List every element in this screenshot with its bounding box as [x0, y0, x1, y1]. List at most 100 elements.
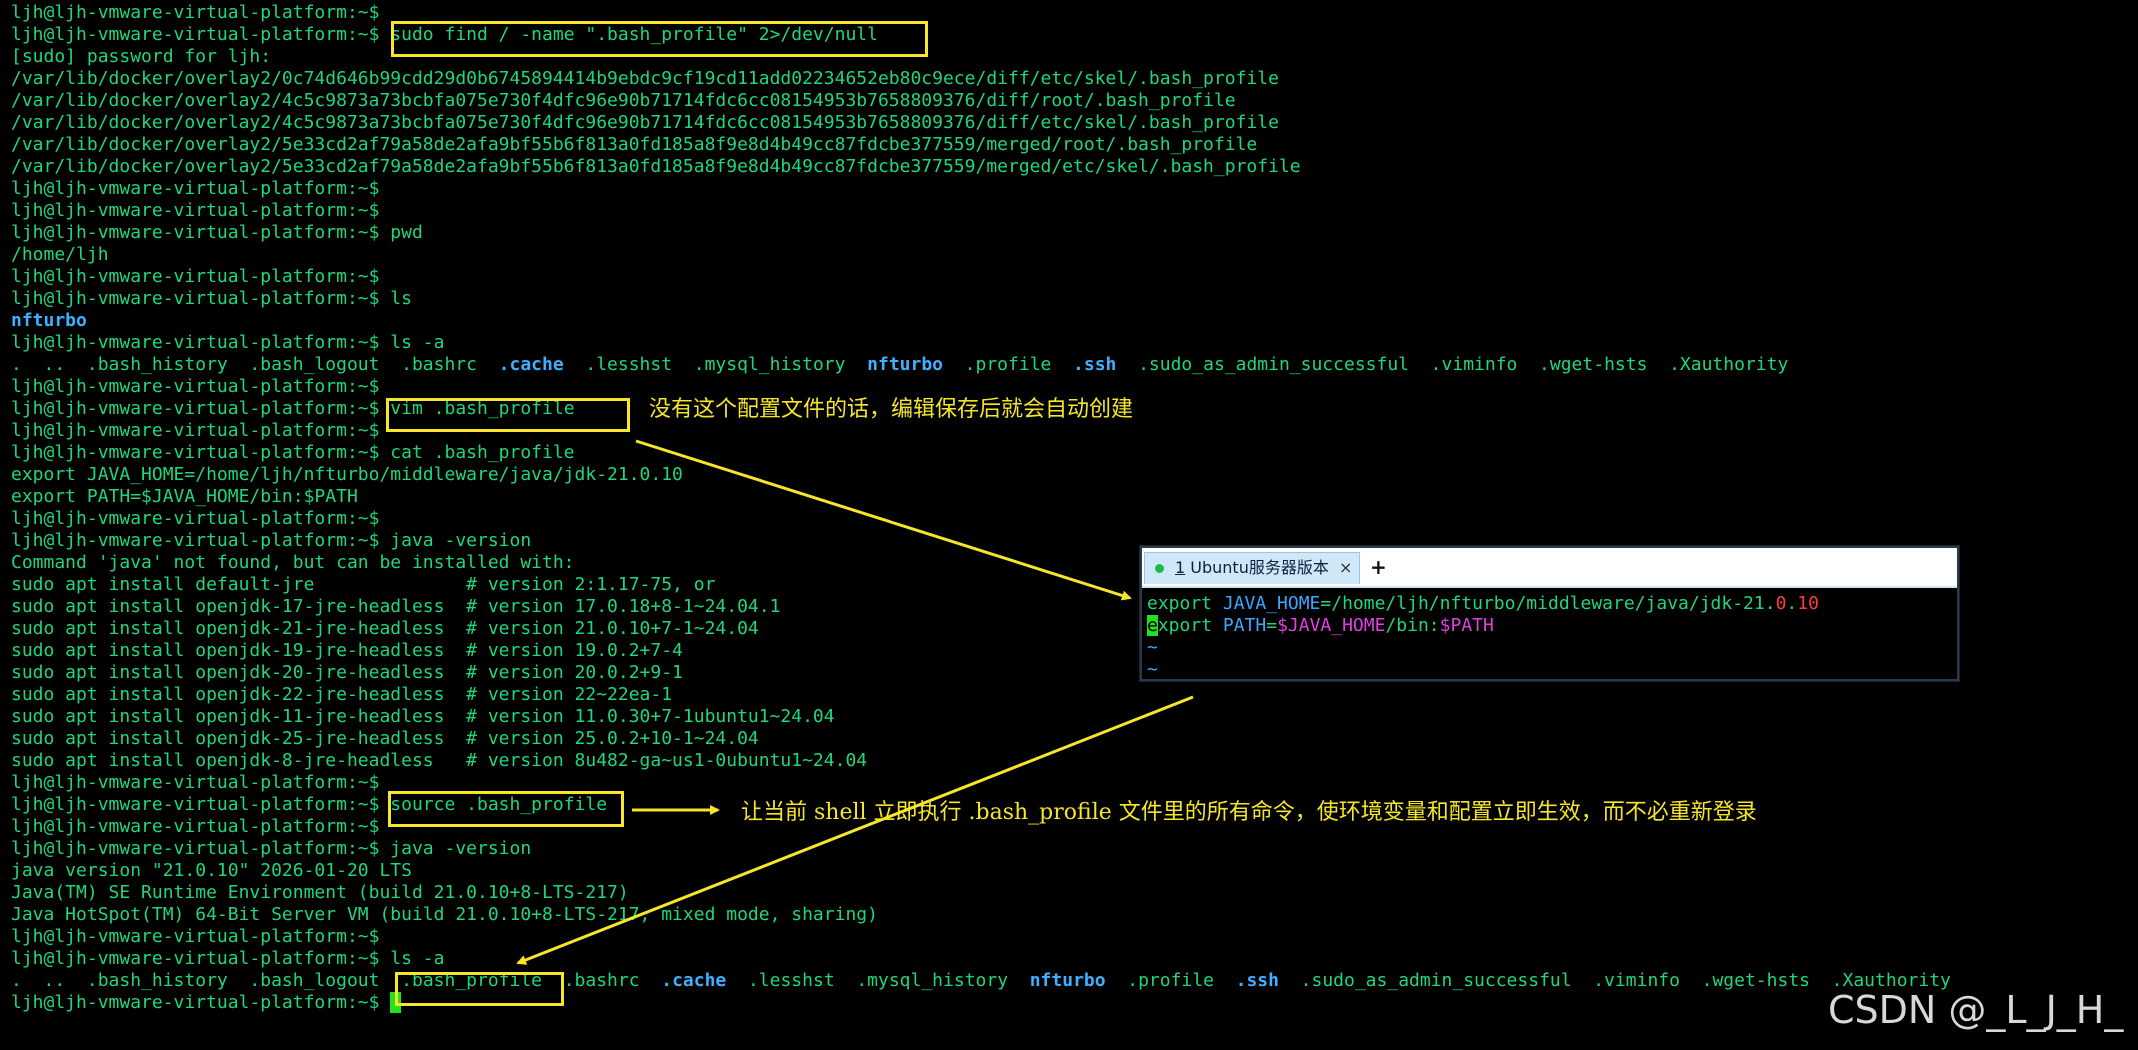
terminal-line: ljh@ljh-vmware-virtual-platform:~$ — [11, 2, 379, 24]
terminal-line: java version "21.0.10" 2026-01-20 LTS — [11, 860, 412, 882]
terminal-line: /var/lib/docker/overlay2/5e33cd2af79a58d… — [11, 134, 1257, 156]
terminal-text: .cache — [661, 970, 727, 991]
terminal-text: ljh@ljh-vmware-virtual-platform:~$ — [11, 24, 391, 45]
tab-ubuntu-server[interactable]: 1 Ubuntu服务器版本 × — [1144, 552, 1360, 584]
terminal-line: [sudo] password for ljh: — [11, 46, 271, 68]
terminal-line: . .. .bash_history .bash_logout .bash_pr… — [11, 970, 1951, 992]
terminal-text: Java HotSpot(TM) 64-Bit Server VM (build… — [11, 904, 878, 925]
terminal-text: sudo apt install openjdk-22-jre-headless… — [11, 684, 673, 705]
terminal-line: ljh@ljh-vmware-virtual-platform:~$ — [11, 420, 379, 442]
terminal-text: export JAVA_HOME=/home/ljh/nfturbo/middl… — [11, 464, 683, 485]
terminal-text: ljh@ljh-vmware-virtual-platform:~$ — [11, 926, 380, 947]
new-tab-plus-icon[interactable]: + — [1370, 552, 1387, 582]
terminal-line: Java HotSpot(TM) 64-Bit Server VM (build… — [11, 904, 878, 926]
terminal-line: sudo apt install openjdk-17-jre-headless… — [11, 596, 780, 618]
vim-tab-bar: 1 Ubuntu服务器版本 × + — [1142, 548, 1957, 588]
terminal-text: sudo apt install openjdk-8-jre-headless … — [11, 750, 868, 771]
terminal-text: . .. .bash_history .bash_logout .bashrc — [11, 354, 499, 375]
terminal-text: ljh@ljh-vmware-virtual-platform:~$ — [11, 816, 380, 837]
terminal-text: ljh@ljh-vmware-virtual-platform:~$ — [11, 794, 391, 815]
terminal-text: .lesshst .mysql_history — [726, 970, 1030, 991]
terminal-text: java version "21.0.10" 2026-01-20 LTS — [11, 860, 412, 881]
terminal-line: export JAVA_HOME=/home/ljh/nfturbo/middl… — [11, 464, 683, 486]
terminal-line: ljh@ljh-vmware-virtual-platform:~$ ls -a — [11, 948, 444, 970]
terminal-text: sudo apt install openjdk-20-jre-headless… — [11, 662, 683, 683]
terminal-text: .profile — [1105, 970, 1236, 991]
terminal-text: sudo apt install openjdk-21-jre-headless… — [11, 618, 759, 639]
terminal-line: export PATH=$JAVA_HOME/bin:$PATH — [11, 486, 358, 508]
vim-text: /bin: — [1385, 615, 1440, 636]
terminal-line: ljh@ljh-vmware-virtual-platform:~$ pwd — [11, 222, 423, 244]
terminal-text: .cache — [498, 354, 564, 375]
terminal-text: ljh@ljh-vmware-virtual-platform:~$ — [11, 398, 391, 419]
terminal-text: .lesshst .mysql_history — [563, 354, 868, 375]
vim-line-path: export PATH=$JAVA_HOME/bin:$PATH — [1147, 615, 1494, 637]
terminal-text: Java(TM) SE Runtime Environment (build 2… — [11, 882, 629, 903]
terminal-line: ljh@ljh-vmware-virtual-platform:~$ — [11, 200, 379, 222]
terminal-text: ljh@ljh-vmware-virtual-platform:~$ ls -a — [11, 332, 445, 353]
terminal-text: ljh@ljh-vmware-virtual-platform:~$ — [11, 178, 380, 199]
terminal-text: ljh@ljh-vmware-virtual-platform:~$ — [11, 2, 380, 23]
terminal-text: /var/lib/docker/overlay2/0c74d646b99cdd2… — [11, 68, 1279, 89]
vim-text: 10 — [1797, 593, 1819, 614]
terminal-text: ljh@ljh-vmware-virtual-platform:~$ — [11, 992, 391, 1013]
terminal-line: ljh@ljh-vmware-virtual-platform:~$ cat .… — [11, 442, 575, 464]
terminal-text: Command 'java' not found, but can be ins… — [11, 552, 575, 573]
highlight-bash-profile-file — [395, 972, 564, 1006]
highlight-source-command — [388, 791, 624, 827]
terminal-text: /var/lib/docker/overlay2/4c5c9873a73bcbf… — [11, 112, 1279, 133]
vim-text: $PATH — [1439, 615, 1494, 636]
vim-empty-line-tilde: ~ — [1147, 659, 1158, 680]
terminal-line: sudo apt install openjdk-20-jre-headless… — [11, 662, 683, 684]
terminal-line: ljh@ljh-vmware-virtual-platform:~$ — [11, 266, 379, 288]
terminal-line: /home/ljh — [11, 244, 109, 266]
terminal-text: ljh@ljh-vmware-virtual-platform:~$ java … — [11, 838, 532, 859]
terminal-text: /var/lib/docker/overlay2/5e33cd2af79a58d… — [11, 156, 1301, 177]
terminal-line: ljh@ljh-vmware-virtual-platform:~$ java … — [11, 530, 531, 552]
vim-text: JAVA_HOME — [1222, 593, 1321, 614]
terminal-text: sudo apt install default-jre # version 2… — [11, 574, 716, 595]
annotation-source-note: 让当前 shell 立即执行 .bash_profile 文件里的所有命令，使环… — [741, 800, 1757, 825]
terminal-line: sudo apt install default-jre # version 2… — [11, 574, 715, 596]
terminal-text: ljh@ljh-vmware-virtual-platform:~$ — [11, 772, 380, 793]
terminal-line: ljh@ljh-vmware-virtual-platform:~$ — [11, 178, 379, 200]
vim-text: xport — [1157, 615, 1223, 636]
terminal-text: .profile — [943, 354, 1074, 375]
tab-title: Ubuntu服务器版本 — [1185, 558, 1329, 577]
terminal-line: ljh@ljh-vmware-virtual-platform:~$ ls -a — [11, 332, 444, 354]
terminal-text: ljh@ljh-vmware-virtual-platform:~$ — [11, 420, 380, 441]
highlight-vim-command — [386, 398, 630, 432]
terminal-line: sudo apt install openjdk-21-jre-headless… — [11, 618, 759, 640]
terminal-text: /var/lib/docker/overlay2/4c5c9873a73bcbf… — [11, 90, 1236, 111]
terminal-line: /var/lib/docker/overlay2/4c5c9873a73bcbf… — [11, 90, 1236, 112]
terminal-line: sudo apt install openjdk-19-jre-headless… — [11, 640, 683, 662]
terminal-text: .ssh — [1235, 970, 1279, 991]
terminal-text: ljh@ljh-vmware-virtual-platform:~$ — [11, 376, 380, 397]
terminal-line: nfturbo — [11, 310, 87, 332]
terminal-line: . .. .bash_history .bash_logout .bashrc … — [11, 354, 1788, 376]
terminal-window[interactable]: ljh@ljh-vmware-virtual-platform:~$ ljh@lj… — [0, 0, 2138, 1050]
terminal-text: ljh@ljh-vmware-virtual-platform:~$ — [11, 266, 380, 287]
terminal-line: ljh@ljh-vmware-virtual-platform:~$ — [11, 926, 379, 948]
terminal-line: sudo apt install openjdk-8-jre-headless … — [11, 750, 867, 772]
highlight-find-command — [391, 21, 928, 57]
terminal-text: sudo apt install openjdk-17-jre-headless… — [11, 596, 781, 617]
terminal-text: . .. .bash_history .bash_logout — [11, 970, 402, 991]
tab-close-icon[interactable]: × — [1339, 553, 1352, 583]
terminal-line: ljh@ljh-vmware-virtual-platform:~$ — [11, 508, 379, 530]
vim-line-java-home: export JAVA_HOME=/home/ljh/nfturbo/middl… — [1147, 593, 1819, 615]
vim-cursor: e — [1147, 615, 1158, 636]
vim-editor-popup: 1 Ubuntu服务器版本 × + export JAVA_HOME=/home… — [1140, 546, 1959, 681]
terminal-text: export PATH=$JAVA_HOME/bin:$PATH — [11, 486, 358, 507]
terminal-text: sudo apt install openjdk-11-jre-headless… — [11, 706, 835, 727]
terminal-line: sudo apt install openjdk-25-jre-headless… — [11, 728, 759, 750]
terminal-text: /home/ljh — [11, 244, 109, 265]
vim-empty-line-tilde: ~ — [1147, 637, 1158, 658]
vim-text: export — [1147, 593, 1223, 614]
terminal-text: /var/lib/docker/overlay2/5e33cd2af79a58d… — [11, 134, 1258, 155]
terminal-line: /var/lib/docker/overlay2/5e33cd2af79a58d… — [11, 156, 1301, 178]
terminal-line: sudo apt install openjdk-22-jre-headless… — [11, 684, 672, 706]
tab-number: 1 — [1175, 558, 1186, 577]
terminal-text: nfturbo — [1029, 970, 1106, 991]
terminal-text: ljh@ljh-vmware-virtual-platform:~$ cat .… — [11, 442, 575, 463]
